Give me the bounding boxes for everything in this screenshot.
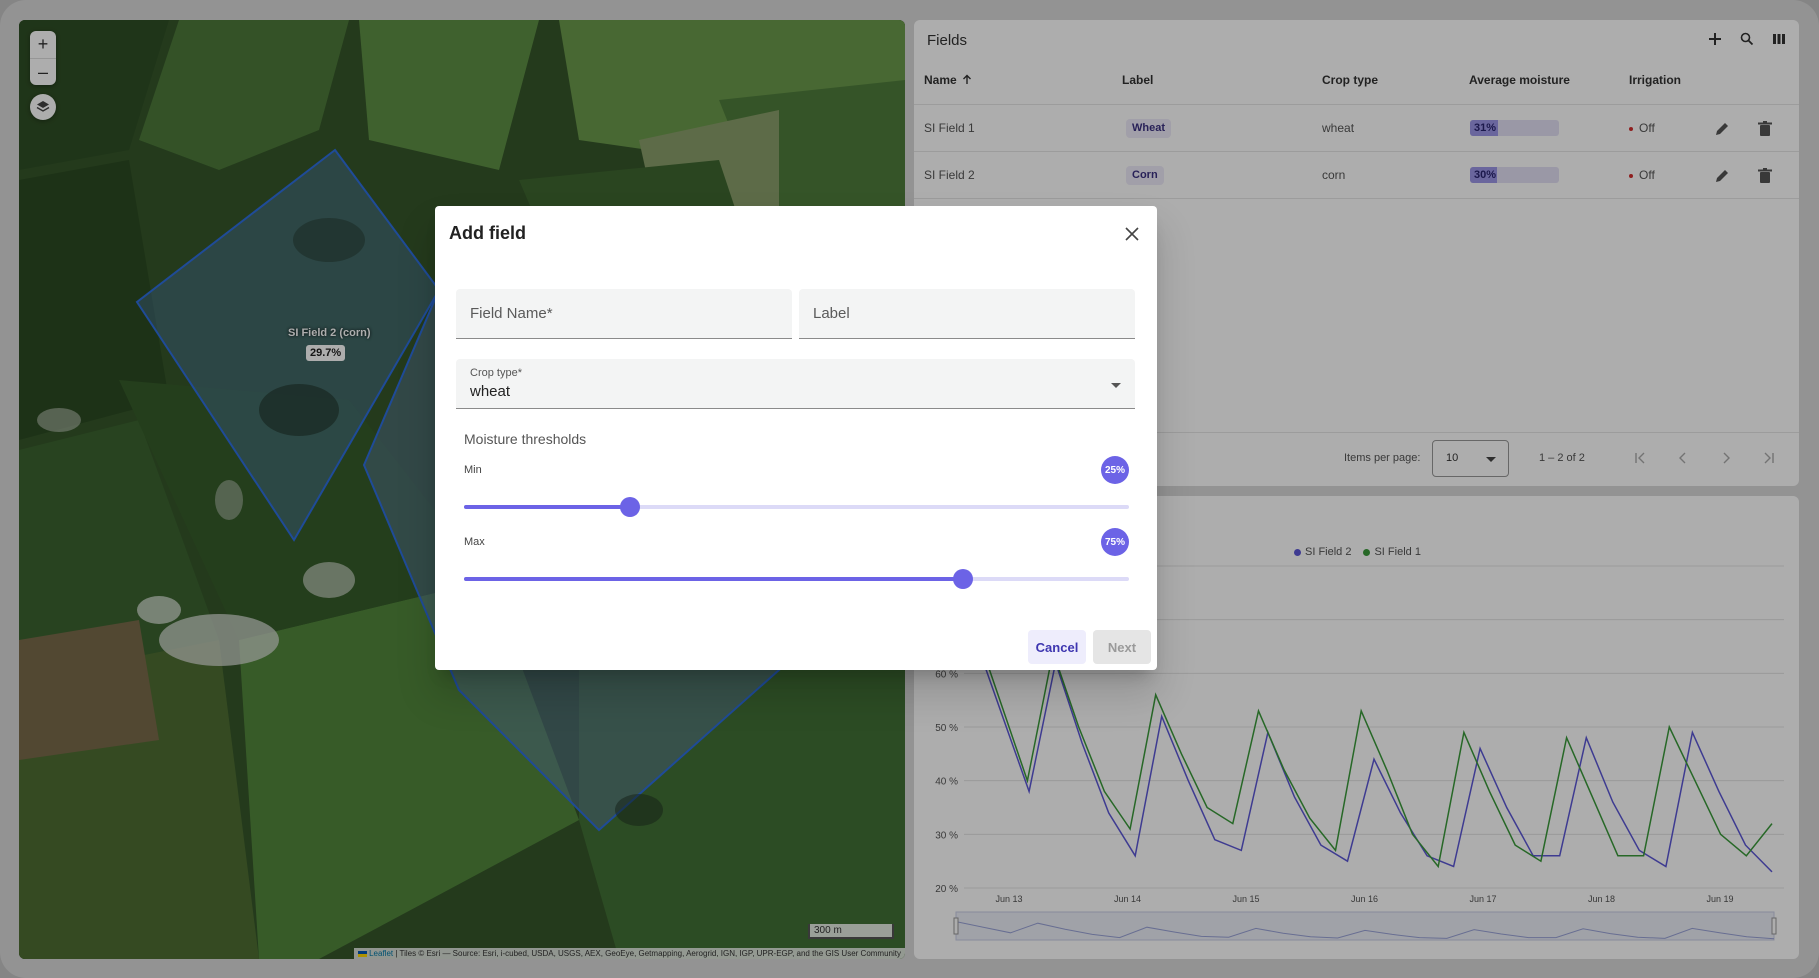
y-tick-label: 30 % — [935, 830, 958, 841]
next-page-icon[interactable] — [1717, 449, 1735, 467]
zoom-in-button[interactable]: + — [30, 31, 56, 58]
cancel-button[interactable]: Cancel — [1028, 630, 1086, 664]
min-slider[interactable] — [464, 497, 1129, 517]
add-field-dialog: Add field Crop type* wheat Moisture thre… — [435, 206, 1157, 670]
leaflet-link[interactable]: Leaflet — [369, 949, 393, 958]
row-crop: corn — [1322, 168, 1346, 182]
sort-arrow-up-icon — [962, 74, 972, 88]
x-tick-label: Jun 15 — [1232, 894, 1259, 904]
close-icon[interactable] — [1121, 223, 1143, 245]
column-header-irrigation[interactable]: Irrigation — [1629, 73, 1681, 87]
add-icon[interactable] — [1705, 29, 1725, 49]
max-slider-thumb[interactable] — [952, 569, 973, 589]
field-name-field[interactable] — [456, 289, 792, 339]
y-tick-label: 40 % — [935, 777, 958, 788]
attribution-text: | Tiles © Esri — Source: Esri, i-cubed, … — [393, 949, 901, 958]
column-header-label[interactable]: Label — [1122, 73, 1153, 87]
row-crop: wheat — [1322, 121, 1355, 135]
navigator-handle-left — [953, 917, 959, 935]
min-slider-fill — [464, 505, 631, 509]
max-slider-fill — [464, 577, 963, 581]
moisture-value: 31% — [1474, 122, 1497, 134]
items-per-page-label: Items per page: — [1344, 452, 1421, 464]
column-header-crop[interactable]: Crop type — [1322, 73, 1378, 87]
label-chip: Wheat — [1126, 119, 1171, 138]
search-icon[interactable] — [1737, 29, 1757, 49]
min-slider-thumb[interactable] — [620, 497, 641, 517]
field-name-input[interactable] — [470, 289, 778, 338]
first-page-icon[interactable] — [1631, 449, 1649, 467]
next-button[interactable]: Next — [1093, 630, 1151, 664]
last-page-icon[interactable] — [1760, 449, 1778, 467]
max-slider[interactable] — [464, 569, 1129, 589]
chevron-down-icon — [1486, 457, 1496, 462]
column-header-name[interactable]: Name — [924, 73, 972, 88]
thresholds-title: Moisture thresholds — [464, 431, 587, 447]
x-tick-label: Jun 16 — [1351, 894, 1378, 904]
label-chip: Corn — [1126, 166, 1164, 185]
crop-type-value: wheat — [470, 383, 511, 400]
delete-icon[interactable] — [1754, 118, 1776, 140]
max-label: Max — [464, 536, 485, 548]
status-dot-icon — [1629, 126, 1633, 131]
layers-button[interactable] — [30, 94, 56, 120]
x-tick-label: Jun 13 — [995, 894, 1022, 904]
y-tick-label: 60 % — [935, 669, 958, 680]
crop-type-label: Crop type* — [470, 367, 522, 379]
navigator-handle-right — [1771, 917, 1777, 935]
page-size-value: 10 — [1446, 452, 1459, 464]
min-value-badge: 25% — [1101, 456, 1129, 484]
x-tick-label: Jun 18 — [1588, 894, 1615, 904]
field-map-value: 29.7% — [306, 345, 346, 361]
previous-page-icon[interactable] — [1674, 449, 1692, 467]
series-line — [975, 640, 1773, 873]
page-range: 1 – 2 of 2 — [1539, 452, 1585, 464]
map-attribution: Leaflet | Tiles © Esri — Source: Esri, i… — [353, 948, 905, 959]
column-header-moisture[interactable]: Average moisture — [1469, 73, 1570, 87]
irrigation-status: Off — [1629, 152, 1655, 199]
columns-icon[interactable] — [1769, 29, 1789, 49]
edit-icon[interactable] — [1711, 165, 1733, 187]
scale-bar: 300 m — [808, 924, 894, 939]
chevron-down-icon — [1111, 383, 1121, 388]
y-tick-label: 20 % — [935, 884, 958, 895]
table-divider — [914, 198, 1799, 199]
fields-toolbar — [1705, 29, 1789, 49]
table-row[interactable]: SI Field 2 Corn corn 30% Off — [914, 151, 1799, 198]
irrigation-status: Off — [1629, 105, 1655, 152]
zoom-control: + – — [30, 31, 56, 85]
moisture-value: 30% — [1474, 169, 1497, 181]
x-tick-label: Jun 19 — [1706, 894, 1733, 904]
min-label: Min — [464, 464, 482, 476]
ukraine-flag-icon — [357, 950, 367, 957]
page-size-select[interactable]: 10 — [1432, 440, 1509, 477]
moisture-bar: 30% — [1470, 167, 1559, 183]
x-tick-label: Jun 17 — [1469, 894, 1496, 904]
y-tick-label: 50 % — [935, 723, 958, 734]
dialog-title: Add field — [449, 223, 526, 243]
max-value-badge: 75% — [1101, 528, 1129, 556]
table-row[interactable]: SI Field 1 Wheat wheat 31% Off — [914, 104, 1799, 151]
status-dot-icon — [1629, 173, 1633, 178]
crop-type-select[interactable]: Crop type* wheat — [456, 359, 1135, 409]
edit-icon[interactable] — [1711, 118, 1733, 140]
label-field[interactable] — [799, 289, 1135, 339]
moisture-bar: 31% — [1470, 120, 1559, 136]
delete-icon[interactable] — [1754, 165, 1776, 187]
x-tick-label: Jun 14 — [1114, 894, 1141, 904]
field-map-label: SI Field 2 (corn) — [288, 327, 371, 339]
row-name: SI Field 2 — [924, 168, 975, 182]
fields-title: Fields — [927, 32, 968, 49]
zoom-out-button[interactable]: – — [30, 58, 56, 85]
chart-navigator — [955, 911, 1775, 941]
label-input[interactable] — [813, 289, 1121, 338]
row-name: SI Field 1 — [924, 121, 975, 135]
layers-icon — [36, 101, 50, 112]
